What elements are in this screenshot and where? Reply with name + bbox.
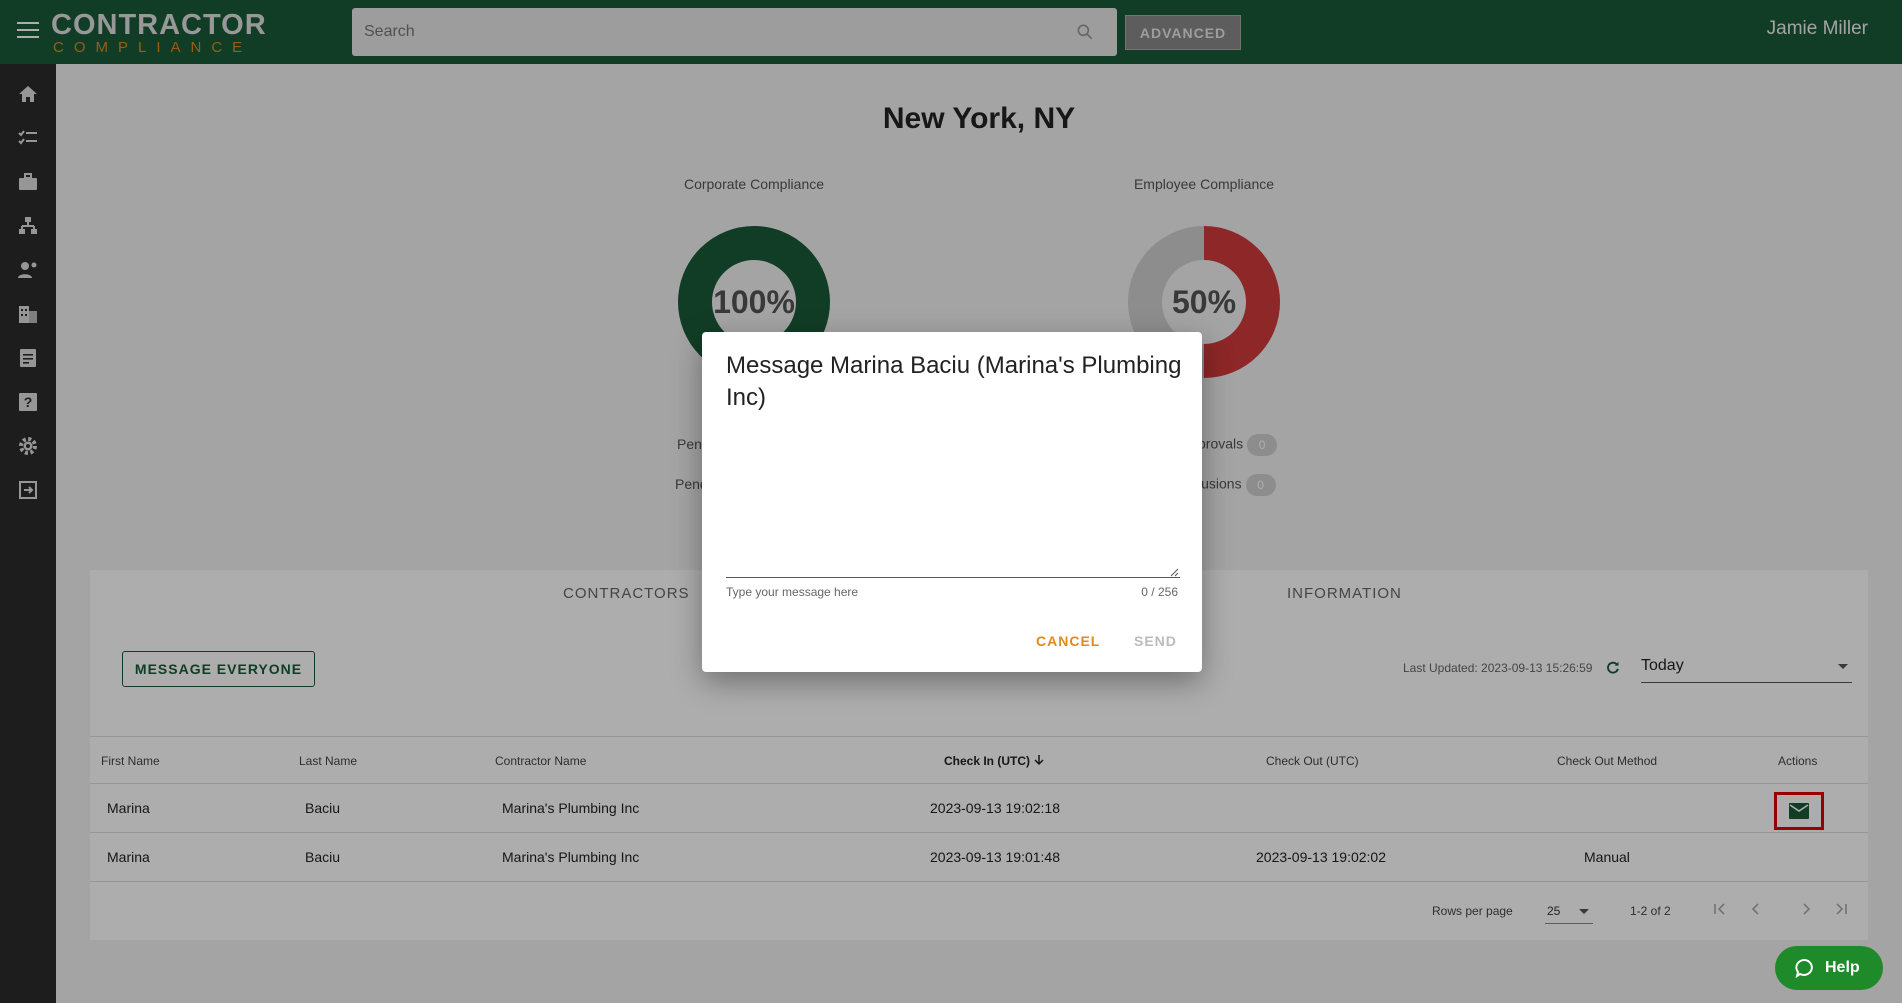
message-textarea[interactable] [726, 422, 1180, 578]
send-button[interactable]: SEND [1134, 633, 1177, 649]
character-counter: 0 / 256 [1141, 585, 1178, 599]
help-label: Help [1825, 959, 1860, 976]
resize-handle-icon[interactable] [1170, 568, 1179, 577]
chat-bubble-icon [1795, 959, 1813, 978]
message-hint: Type your message here [726, 585, 859, 599]
message-dialog: Message Marina Baciu (Marina's Plumbing … [702, 332, 1202, 672]
help-button[interactable]: Help [1775, 946, 1883, 990]
cancel-button[interactable]: CANCEL [1036, 633, 1100, 649]
dialog-title: Message Marina Baciu (Marina's Plumbing … [726, 352, 1182, 411]
